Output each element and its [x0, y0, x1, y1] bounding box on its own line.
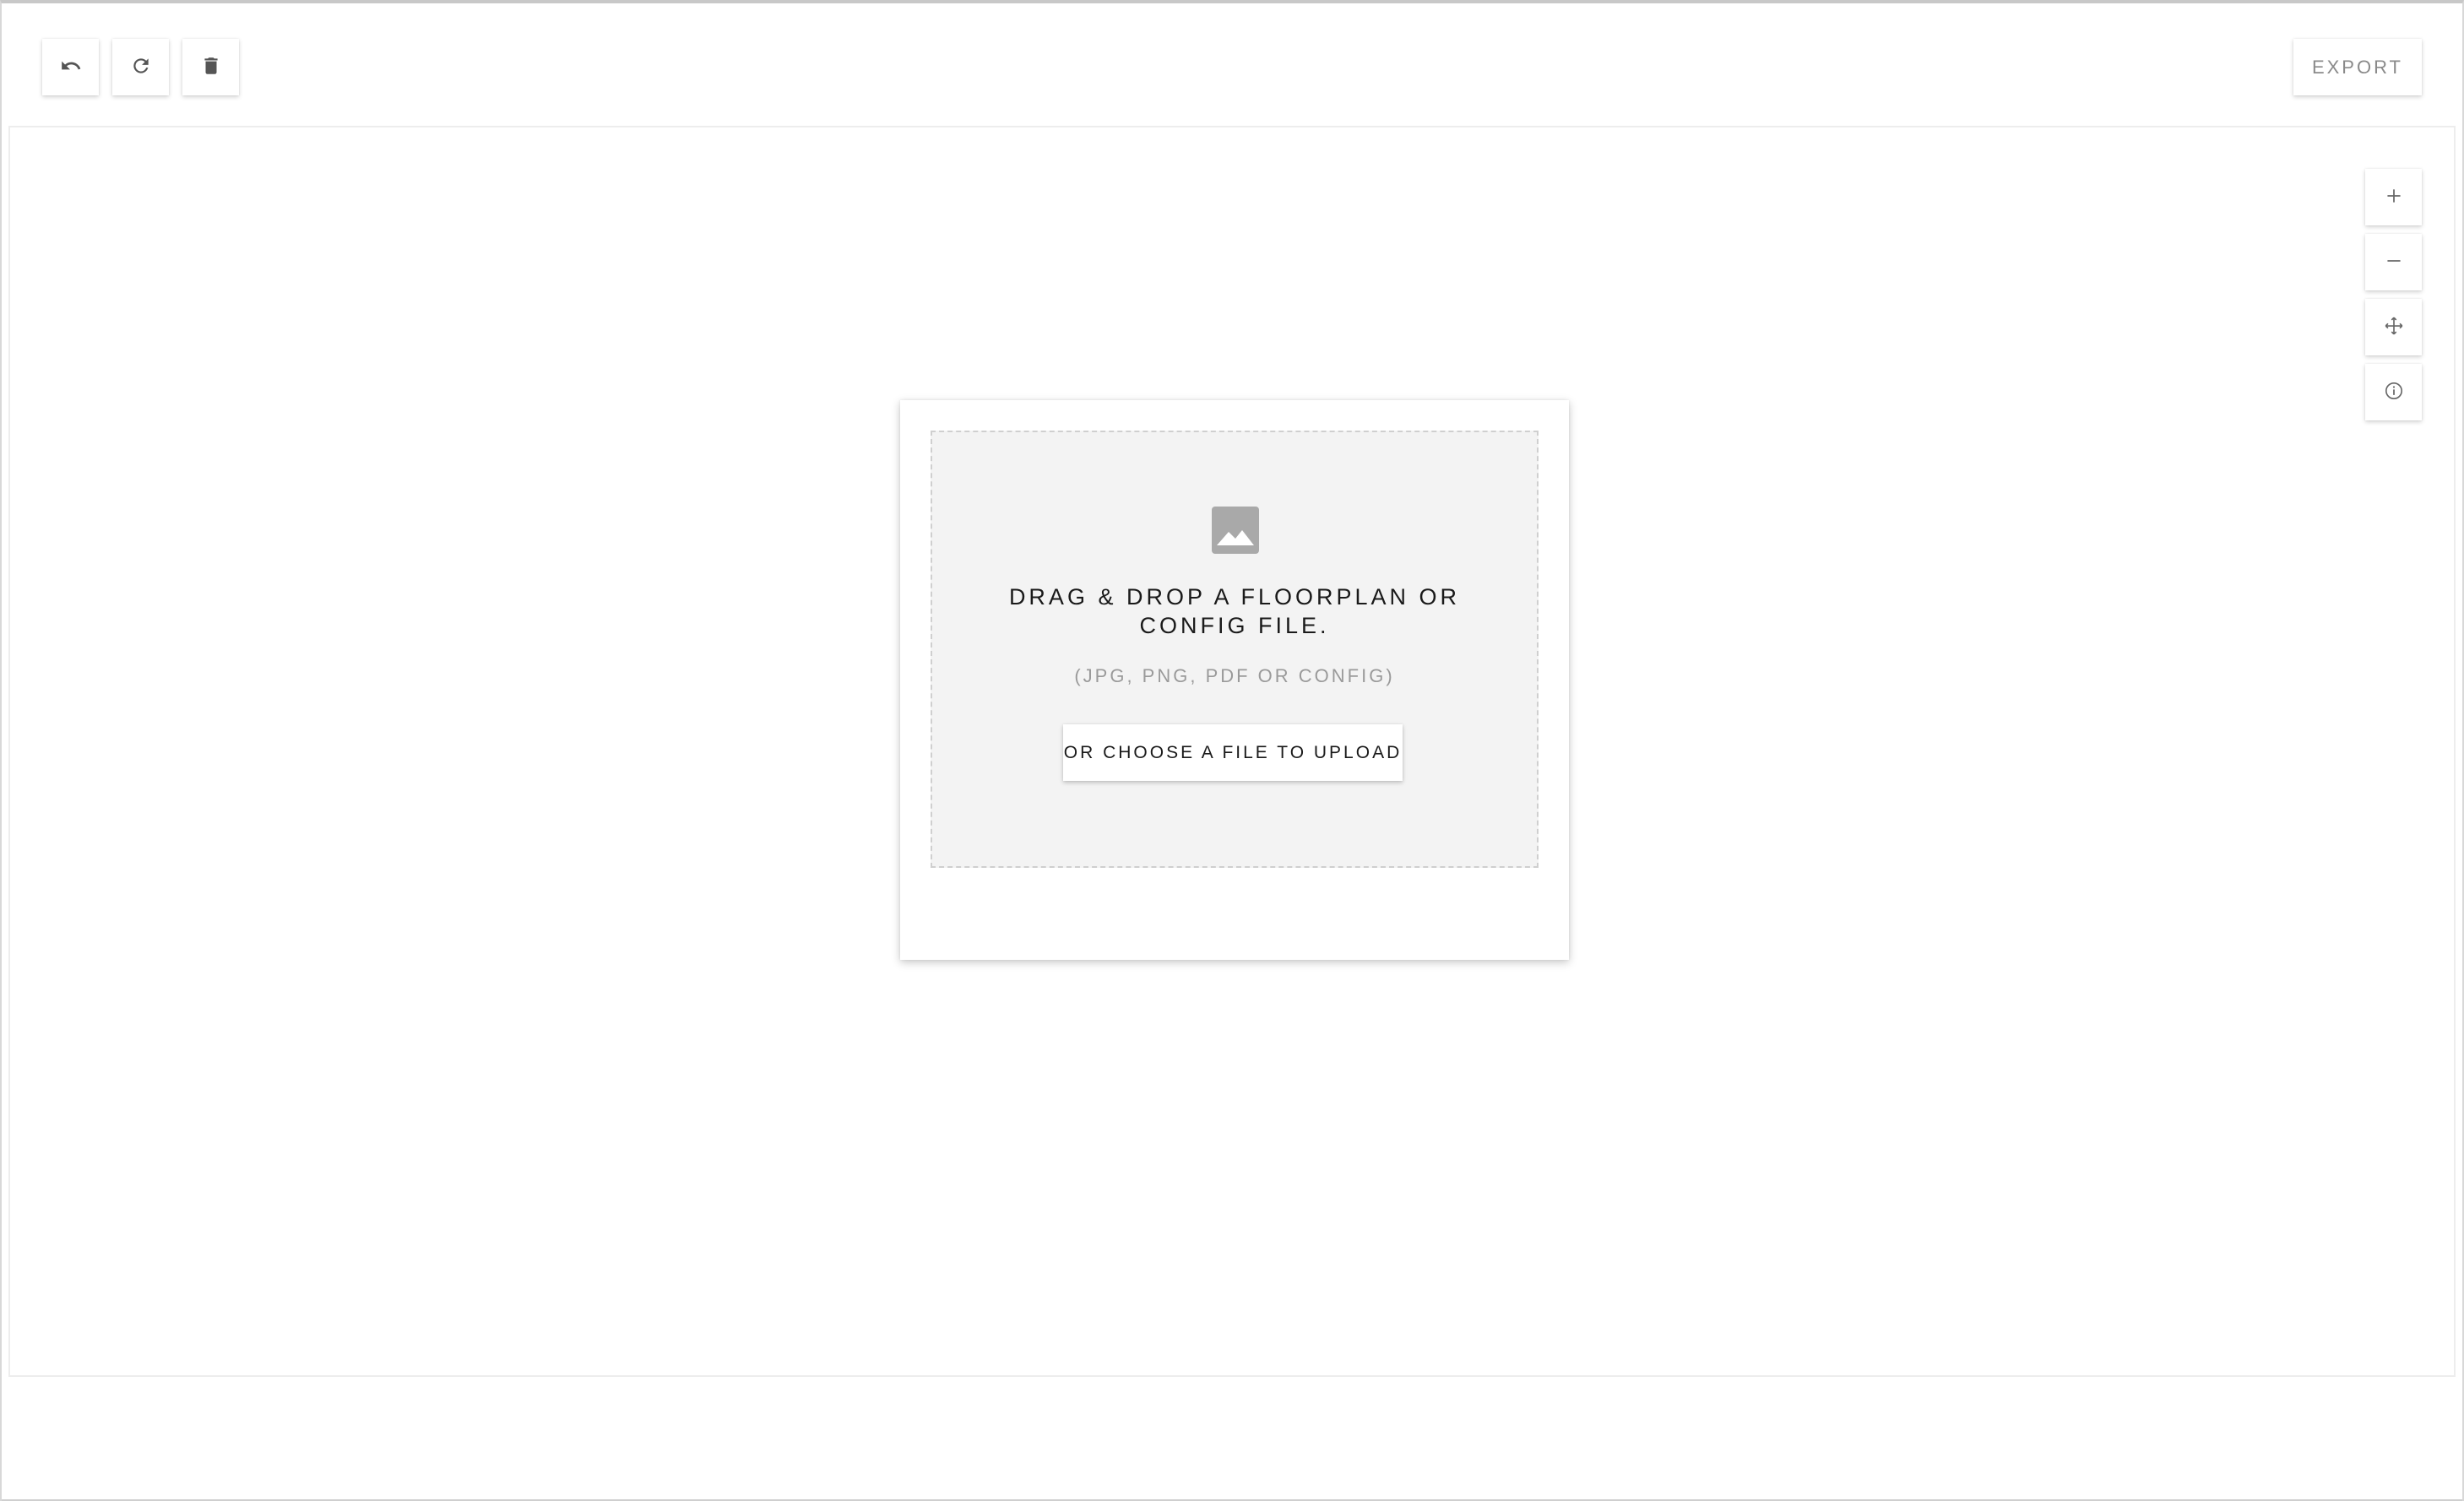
- redo-icon: [130, 55, 152, 79]
- trash-icon: [200, 55, 222, 79]
- footer-area: [2, 1377, 2462, 1501]
- minus-icon: [2383, 250, 2405, 274]
- info-icon: [2383, 380, 2405, 404]
- top-toolbar: EXPORT: [2, 3, 2462, 126]
- undo-button[interactable]: [42, 39, 99, 95]
- choose-file-button[interactable]: OR CHOOSE A FILE TO UPLOAD: [1063, 724, 1403, 781]
- redo-button[interactable]: [112, 39, 169, 95]
- file-dropzone[interactable]: DRAG & DROP A FLOORPLAN OR CONFIG FILE. …: [931, 431, 1539, 868]
- plus-icon: [2383, 185, 2405, 209]
- dropzone-subtitle: (JPG, PNG, PDF OR CONFIG): [1074, 665, 1395, 686]
- undo-icon: [60, 55, 82, 79]
- dropzone-title: DRAG & DROP A FLOORPLAN OR CONFIG FILE.: [1008, 584, 1461, 638]
- export-button[interactable]: EXPORT: [2293, 39, 2422, 95]
- upload-card: DRAG & DROP A FLOORPLAN OR CONFIG FILE. …: [900, 400, 1569, 960]
- info-button[interactable]: [2365, 364, 2422, 420]
- app-window: EXPORT DRAG & DROP A FLOORPLAN OR CONFIG…: [0, 0, 2464, 1501]
- zoom-in-button[interactable]: [2365, 169, 2422, 225]
- zoom-controls: [2365, 169, 2422, 429]
- move-icon: [2383, 315, 2405, 339]
- fit-view-button[interactable]: [2365, 299, 2422, 355]
- image-icon: [1212, 507, 1259, 554]
- delete-button[interactable]: [182, 39, 239, 95]
- zoom-out-button[interactable]: [2365, 234, 2422, 290]
